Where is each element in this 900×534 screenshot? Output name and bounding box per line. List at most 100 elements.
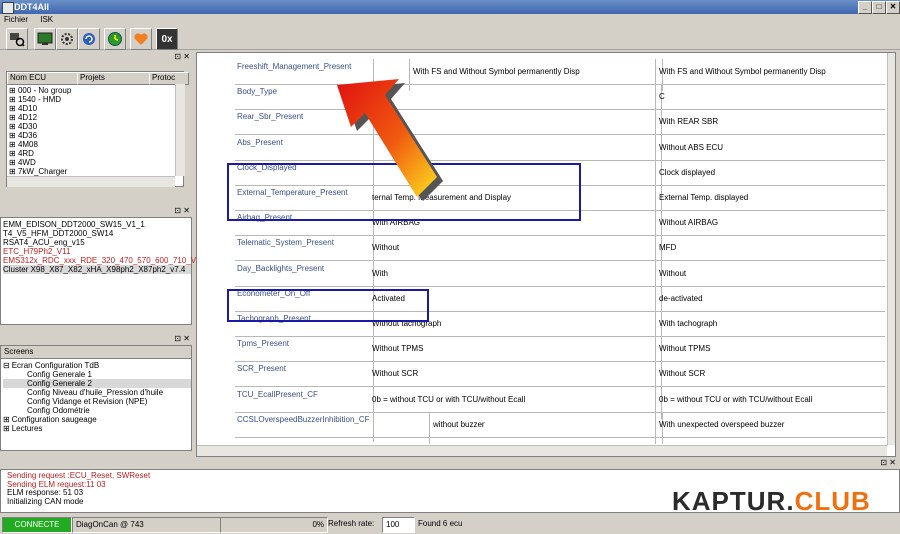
- files-panel-header: ⊡ ✕: [0, 205, 194, 217]
- expand-icon[interactable]: ⊞: [3, 415, 10, 424]
- ecu-scrollbar[interactable]: [175, 84, 185, 176]
- file-list-item[interactable]: T4_V5_HFM_DDT2000_SW14: [3, 229, 191, 238]
- screen-tree-item[interactable]: ⊞ Configuration saugeage: [3, 415, 191, 424]
- file-list: EMM_EDISON_DDT2000_SW15_V1_1 T4_V5_HFM_DD…: [0, 217, 205, 325]
- ecu-item-label: 4D10: [17, 104, 38, 113]
- maximize-button[interactable]: □: [872, 1, 886, 14]
- log-button[interactable]: [104, 28, 126, 50]
- ecu-hscrollbar[interactable]: [7, 176, 175, 187]
- new-value-select[interactable]: With unexpected overspeed buzzer: [655, 411, 895, 444]
- screen-tree-item[interactable]: ⊟ Ecran Configuration TdB: [3, 361, 191, 370]
- screen-tree-item[interactable]: ⊞ Lectures: [3, 424, 191, 433]
- app-icon: [2, 2, 14, 14]
- ecu-tree-item[interactable]: ⊞ 4D10: [9, 104, 169, 113]
- ecu-tree-item[interactable]: ⊞ 4M08: [9, 140, 169, 149]
- screens-tree: ⊟ Ecran Configuration TdB Config Generale …: [3, 361, 191, 433]
- ecu-tree-item[interactable]: ⊞ 000 - No group: [9, 86, 169, 95]
- screen-item-label: Config Niveau d'huile_Pression d'huile: [27, 388, 164, 397]
- close-button[interactable]: ✕: [886, 1, 900, 14]
- expand-icon[interactable]: ⊞: [9, 113, 16, 122]
- screen-tree-item[interactable]: Config Odométrie: [3, 406, 191, 415]
- file-list-item[interactable]: Cluster X98_X87_X82_xHA_X98ph2_X87ph2_v7…: [3, 265, 191, 274]
- watermark-text: KAPTUR.CLUB: [672, 486, 871, 516]
- ecu-item-label: 4M08: [17, 140, 38, 149]
- file-list-item[interactable]: RSAT4_ACU_eng_v15: [3, 238, 191, 247]
- menu-bar: Fichier ISK: [0, 14, 900, 26]
- screen-tree-item[interactable]: Config Niveau d'huile_Pression d'huile: [3, 388, 191, 397]
- settings-button[interactable]: [56, 28, 78, 50]
- ecu-tree-item[interactable]: ⊞ 4D36: [9, 131, 169, 140]
- undock-close-icon[interactable]: ⊡ ✕: [174, 334, 190, 343]
- ecu-tree-item[interactable]: ⊞ 4WD: [9, 158, 169, 167]
- screen-item-label: Config Vidange et Revision (NPE): [27, 397, 148, 406]
- screen-item-label: Ecran Configuration TdB: [11, 361, 100, 370]
- favorite-button[interactable]: [130, 28, 152, 50]
- menu-isk[interactable]: ISK: [40, 15, 53, 24]
- undock-close-icon[interactable]: ⊡ ✕: [174, 206, 190, 215]
- scan-icon: [10, 33, 25, 47]
- ecu-tree-item[interactable]: ⊞ 4D30: [9, 122, 169, 131]
- ecu-item-label: 4D30: [17, 122, 38, 131]
- screen-tree-item[interactable]: Config Vidange et Revision (NPE): [3, 397, 191, 406]
- expand-icon[interactable]: ⊞: [9, 86, 16, 95]
- ecu-tree-item[interactable]: ⊞ 4D12: [9, 113, 169, 122]
- highlight-box-econometer: [227, 289, 429, 322]
- file-list-item[interactable]: EMS312x_RDC_xxx_RDE_320_470_570_600_710_…: [3, 256, 205, 265]
- screen-tree-item[interactable]: Config Generale 2: [3, 379, 191, 388]
- ecu-tree: ⊞ 000 - No group ⊞ 1540 - HMD ⊞ 4D10 ⊞ 4D12…: [9, 86, 169, 176]
- col-nom-ecu[interactable]: Nom ECU: [7, 72, 81, 85]
- status-bar: CONNECTE DiagOnCan @ 743 0% Refresh rate…: [0, 514, 900, 534]
- expand-icon[interactable]: ⊞: [9, 122, 16, 131]
- expand-icon[interactable]: ⊟: [3, 361, 10, 370]
- undock-close-icon[interactable]: ⊡ ✕: [174, 52, 190, 61]
- ecu-item-label: 000 - No group: [17, 86, 72, 95]
- expand-icon[interactable]: ⊞: [9, 167, 16, 176]
- arrow-annotation: [337, 79, 443, 201]
- ecu-tree-item[interactable]: ⊞ 4RD: [9, 149, 169, 158]
- file-list-item[interactable]: ETC_H79Ph2_V11: [3, 247, 191, 256]
- parameter-row: CCSLOverspeedBuzzerInhibition_CF without …: [235, 411, 895, 444]
- heart-icon: [134, 33, 148, 45]
- progress-bar: 0%: [220, 517, 328, 533]
- expand-icon[interactable]: ⊞: [9, 95, 16, 104]
- refresh-rate-input[interactable]: 100: [382, 517, 415, 533]
- zoom-button[interactable]: 0x: [156, 28, 178, 50]
- found-ecu-label: Found 6 ecu: [418, 519, 463, 528]
- file-tree: EMM_EDISON_DDT2000_SW15_V1_1 T4_V5_HFM_DD…: [3, 220, 205, 274]
- scan-ecu-button[interactable]: [6, 28, 28, 50]
- expand-icon[interactable]: ⊞: [9, 158, 16, 167]
- connect-button[interactable]: [34, 28, 56, 50]
- undock-close-icon[interactable]: ⊡ ✕: [880, 458, 896, 467]
- progress-text: 0%: [312, 520, 324, 529]
- watermark-part: KAPTUR.: [672, 486, 795, 516]
- minimize-button[interactable]: _: [858, 1, 872, 14]
- current-value[interactable]: without buzzer: [429, 411, 663, 444]
- parameter-row: Tpms_Present Without TPMS Without TPMS: [235, 336, 895, 369]
- screen-tree-item[interactable]: Config Generale 1: [3, 370, 191, 379]
- expand-icon[interactable]: ⊞: [9, 140, 16, 149]
- screen-item-label: Config Generale 2: [27, 379, 92, 388]
- log-panel-header: ⊡ ✕: [0, 457, 900, 469]
- refresh-label: Refresh rate:: [328, 519, 375, 528]
- ecu-item-label: 4D36: [17, 131, 38, 140]
- screens-header: Screens: [1, 346, 191, 359]
- menu-fichier[interactable]: Fichier: [4, 15, 28, 24]
- parameter-row: Day_Backlights_Present With Without: [235, 260, 895, 293]
- ecu-tree-item[interactable]: ⊞ 1540 - HMD: [9, 95, 169, 104]
- refresh-icon: [83, 33, 95, 45]
- expand-icon[interactable]: ⊞: [9, 149, 16, 158]
- log-line: Sending request :ECU_Reset, SWReset: [7, 471, 151, 480]
- ecu-item-label: 4RD: [17, 149, 34, 158]
- refresh-button[interactable]: [78, 28, 100, 50]
- expand-icon[interactable]: ⊞: [3, 424, 10, 433]
- col-projets[interactable]: Projets: [77, 72, 153, 85]
- expand-icon[interactable]: ⊞: [9, 131, 16, 140]
- watermark: KAPTUR.CLUB: [672, 486, 871, 517]
- file-list-item[interactable]: EMM_EDISON_DDT2000_SW15_V1_1: [3, 220, 191, 229]
- grid-scrollbar[interactable]: [887, 53, 895, 445]
- ecu-tree-item[interactable]: ⊞ 7kW_Charger: [9, 167, 169, 176]
- parameter-name: CCSLOverspeedBuzzerInhibition_CF: [235, 411, 374, 442]
- ecu-item-label: 7kW_Charger: [17, 167, 68, 176]
- expand-icon[interactable]: ⊞: [9, 104, 16, 113]
- grid-hscrollbar[interactable]: [197, 445, 887, 456]
